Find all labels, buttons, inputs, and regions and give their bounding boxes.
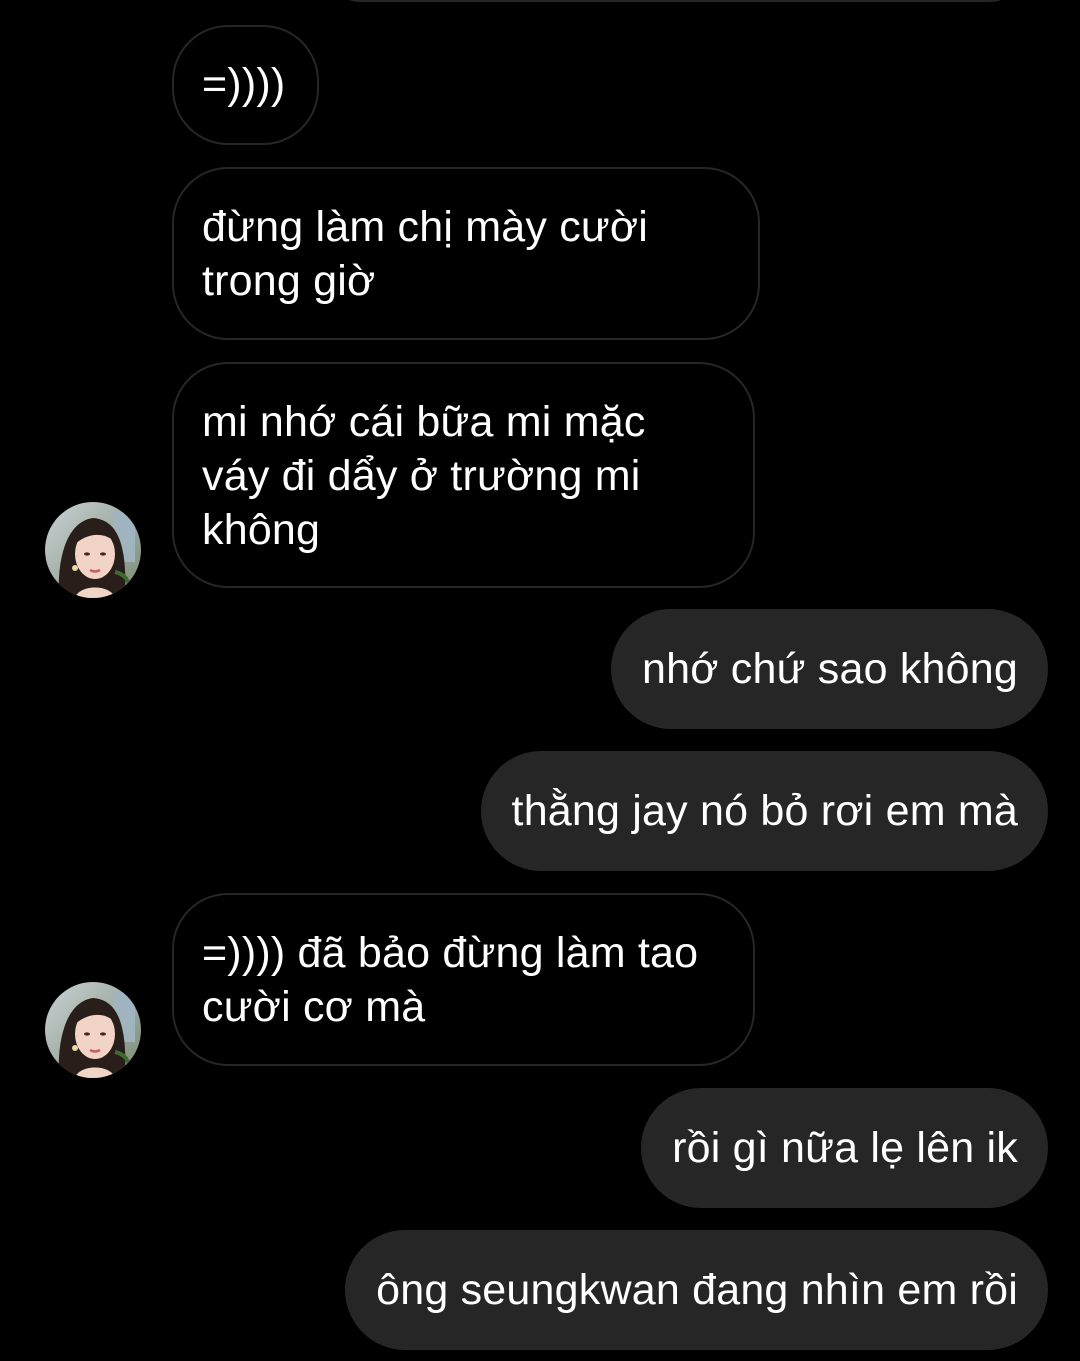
received-message-bubble[interactable]: =)))): [172, 25, 319, 145]
avatar-photo-icon: [45, 502, 141, 598]
sent-message-bubble[interactable]: nhớ chứ sao không: [611, 609, 1048, 729]
avatar-photo-icon: [45, 982, 141, 1078]
received-message-bubble[interactable]: mi nhớ cái bữa mi mặc váy đi dẩy ở trườn…: [172, 362, 755, 588]
received-message-bubble[interactable]: đừng làm chị mày cười trong giờ: [172, 167, 760, 340]
received-message-bubble[interactable]: =)))) đã bảo đừng làm tao cười cơ mà: [172, 893, 755, 1066]
previous-message-bubble-edge: [330, 0, 1020, 2]
sent-message-bubble[interactable]: rồi gì nữa lẹ lên ik: [641, 1088, 1048, 1208]
contact-avatar[interactable]: [45, 982, 141, 1078]
contact-avatar[interactable]: [45, 502, 141, 598]
sent-message-bubble[interactable]: ông seungkwan đang nhìn em rồi: [345, 1230, 1048, 1350]
sent-message-bubble[interactable]: thằng jay nó bỏ rơi em mà: [480, 751, 1048, 871]
